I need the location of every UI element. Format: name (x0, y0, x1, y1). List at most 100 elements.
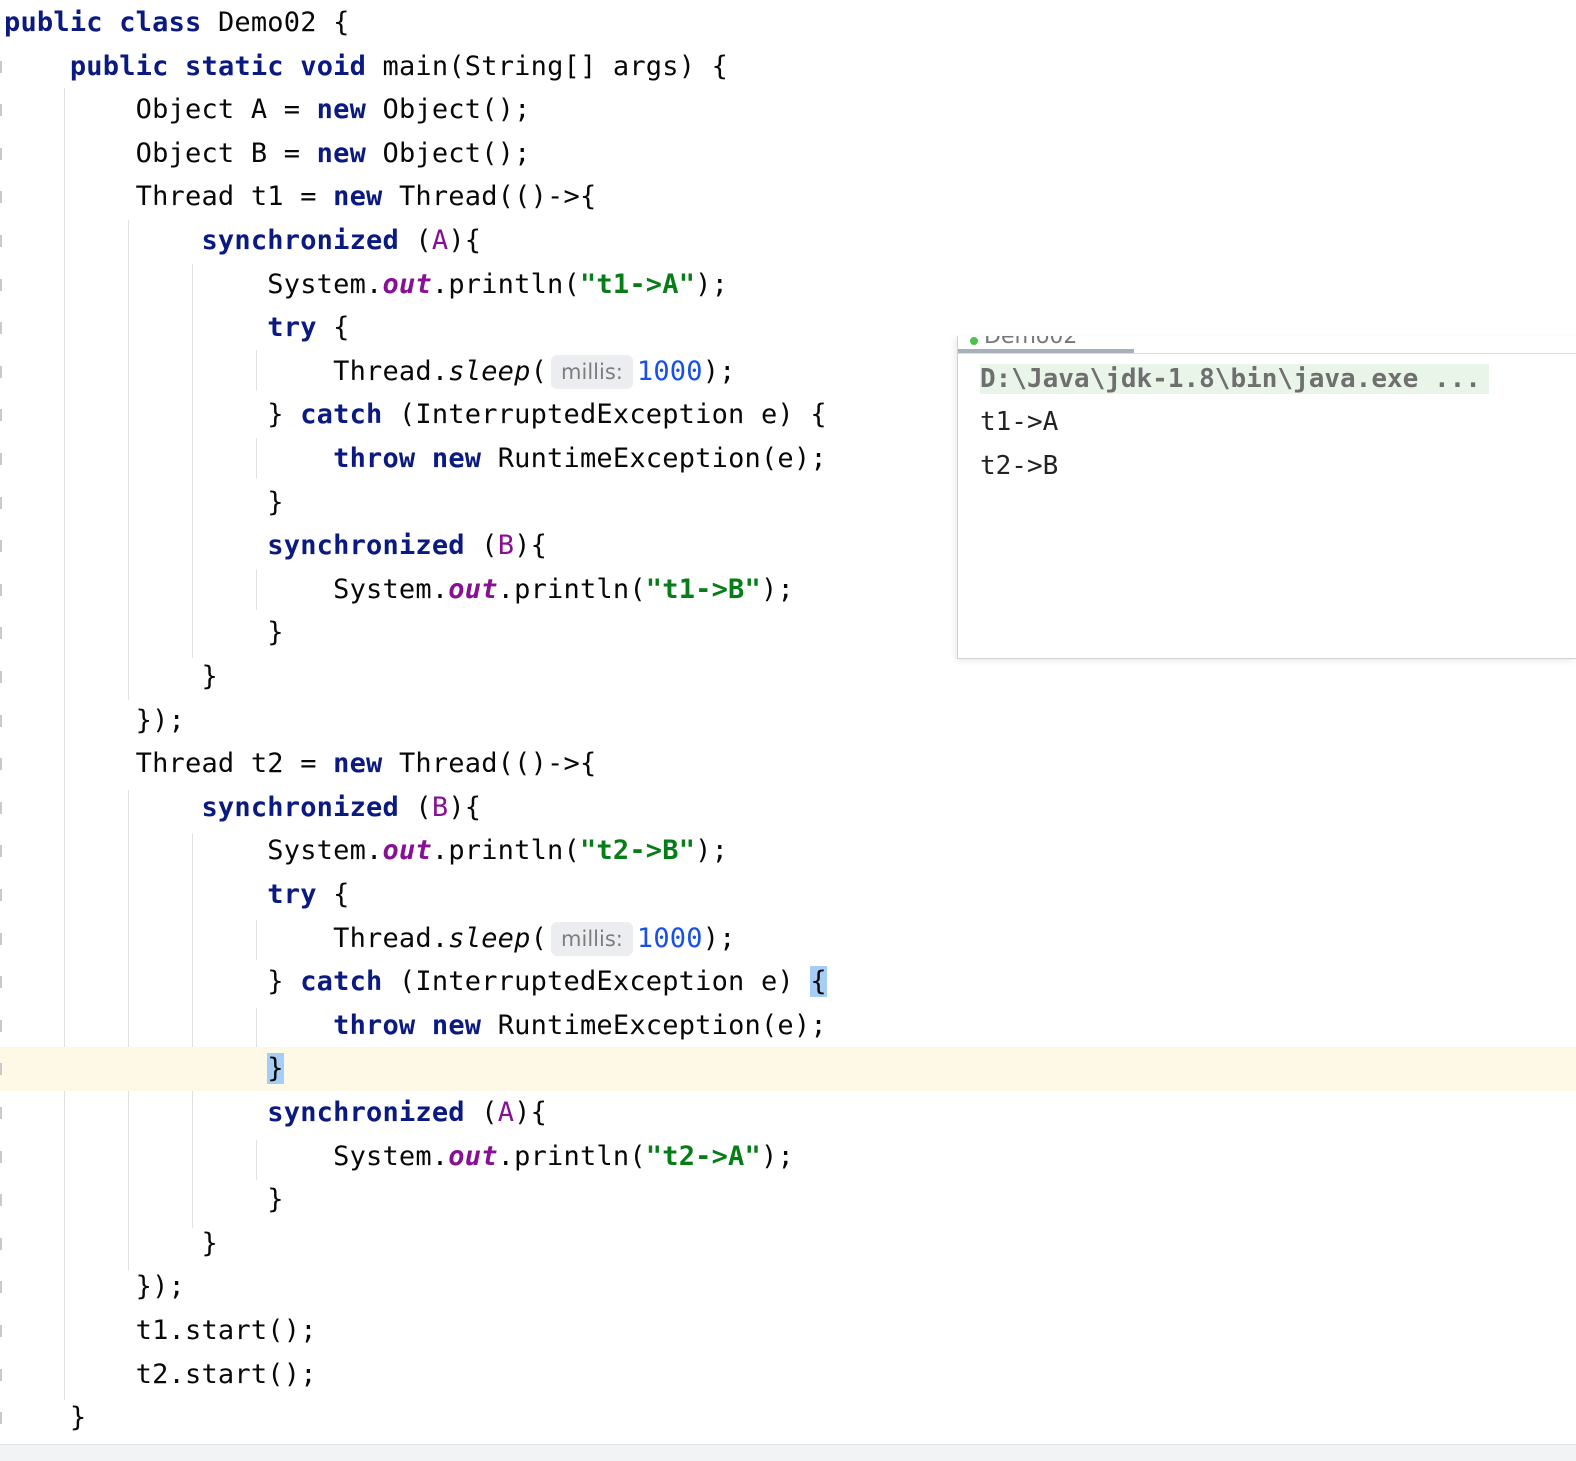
code-line[interactable]: } (4, 655, 218, 699)
gutter-marker (0, 801, 2, 814)
gutter-marker (0, 671, 2, 683)
gutter-marker (0, 1194, 2, 1207)
code-line[interactable]: throw new RuntimeException(e); (4, 1004, 827, 1048)
gutter-marker (0, 1325, 2, 1337)
code-line[interactable]: } (4, 1178, 284, 1222)
gutter-marker (0, 1150, 2, 1163)
code-line[interactable]: try { (4, 873, 350, 917)
static-field: out (382, 268, 432, 300)
gutter-marker (0, 627, 2, 640)
code-line[interactable]: t1.start(); (4, 1309, 317, 1353)
keyword: try (267, 879, 317, 910)
code-text: }); (4, 704, 186, 736)
code-line[interactable]: System.out.println("t2->A"); (4, 1135, 794, 1179)
code-line[interactable]: synchronized (B){ (4, 786, 481, 830)
code-line-current[interactable]: } (0, 1047, 1576, 1092)
method-call: sleep (448, 922, 531, 954)
variable: B (497, 530, 515, 562)
code-line[interactable]: synchronized (A){ (4, 219, 481, 263)
gutter-marker (0, 496, 2, 509)
code-line[interactable]: Thread t1 = new Thread(()->{ (4, 175, 597, 219)
code-text: ){ (448, 791, 482, 823)
variable: A (497, 1097, 515, 1128)
code-line[interactable]: } (4, 1222, 218, 1266)
code-line[interactable]: }); (4, 1265, 185, 1309)
code-text: Object(); (366, 94, 531, 126)
code-text: .println( (431, 268, 580, 300)
keyword: catch (300, 966, 383, 998)
code-text: Thread(()->{ (382, 748, 597, 780)
code-editor[interactable]: public class Demo02 { public static void… (0, 0, 1576, 1444)
static-field: out (382, 835, 432, 867)
gutter-marker (0, 1019, 2, 1032)
code-line[interactable]: throw new RuntimeException(e); (4, 437, 827, 481)
code-text: ( (464, 530, 498, 562)
code-text: } (4, 486, 284, 518)
code-line[interactable]: Object A = new Object(); (4, 88, 531, 132)
code-line[interactable]: t2.start(); (4, 1353, 317, 1397)
keyword: new (431, 1009, 482, 1041)
code-text: .println( (497, 1140, 646, 1172)
code-text: Object A = (4, 94, 317, 126)
code-text: ); (695, 835, 729, 867)
code-line[interactable]: public static void main(String[] args) { (4, 45, 728, 89)
keyword: synchronized (201, 791, 399, 823)
code-line[interactable]: try { (4, 306, 350, 350)
code-line[interactable]: Object B = new Object(); (4, 132, 531, 176)
code-line[interactable]: Thread.sleep(millis: 1000); (4, 350, 736, 394)
run-tab-title[interactable]: Demo02 (984, 336, 1077, 349)
static-field: out (448, 573, 498, 605)
code-line[interactable]: }); (4, 699, 185, 743)
keyword: synchronized (267, 530, 465, 562)
code-text: }); (4, 1271, 186, 1303)
code-line[interactable]: } catch (InterruptedException e) { (4, 960, 827, 1004)
gutter-marker (0, 365, 2, 378)
gutter-marker (0, 104, 2, 117)
keyword: new (316, 137, 367, 169)
code-text: main(String[] args) { (366, 50, 729, 82)
gutter-marker (0, 191, 2, 204)
code-text: Thread. (4, 922, 449, 954)
code-text: } (4, 1227, 218, 1259)
run-output-panel[interactable]: Demo02 D:\Java\jdk-1.8\bin\java.exe ... … (957, 336, 1576, 659)
code-text: (InterruptedException e) { (382, 399, 827, 431)
code-text: t2.start(); (4, 1358, 317, 1390)
code-text: (InterruptedException e) (382, 966, 811, 998)
code-line[interactable]: System.out.println("t2->B"); (4, 829, 728, 873)
keyword: catch (300, 399, 383, 431)
code-line[interactable]: } (4, 611, 284, 655)
code-line[interactable]: System.out.println("t1->B"); (4, 568, 794, 612)
gutter-marker (0, 976, 2, 989)
gutter-marker (0, 1107, 2, 1119)
keyword: class (119, 7, 202, 38)
code-line[interactable]: Thread.sleep(millis: 1000); (4, 917, 736, 961)
code-text: Object(); (366, 137, 531, 169)
code-text: ( (530, 355, 548, 387)
code-line[interactable]: Thread t2 = new Thread(()->{ (4, 742, 597, 786)
matched-brace: } (267, 1053, 284, 1085)
number-literal: 1000 (636, 922, 703, 954)
code-line[interactable]: System.out.println("t1->A"); (4, 263, 728, 307)
code-line[interactable]: public class Demo02 { (4, 1, 350, 45)
code-line[interactable]: synchronized (B){ (4, 524, 547, 568)
code-line[interactable]: } catch (InterruptedException e) { (4, 393, 827, 437)
code-text: System. (4, 268, 383, 300)
gutter-marker (0, 1063, 2, 1076)
code-line[interactable]: synchronized (A){ (4, 1091, 547, 1135)
console-output-line: t1->A (980, 407, 1059, 437)
code-line[interactable]: } (4, 481, 284, 525)
console-command: D:\Java\jdk-1.8\bin\java.exe ... (980, 364, 1489, 394)
code-line[interactable]: } (4, 1396, 86, 1440)
code-text: Demo02 { (201, 7, 350, 38)
code-text: ( (398, 225, 432, 256)
param-hint: millis: (551, 922, 633, 957)
